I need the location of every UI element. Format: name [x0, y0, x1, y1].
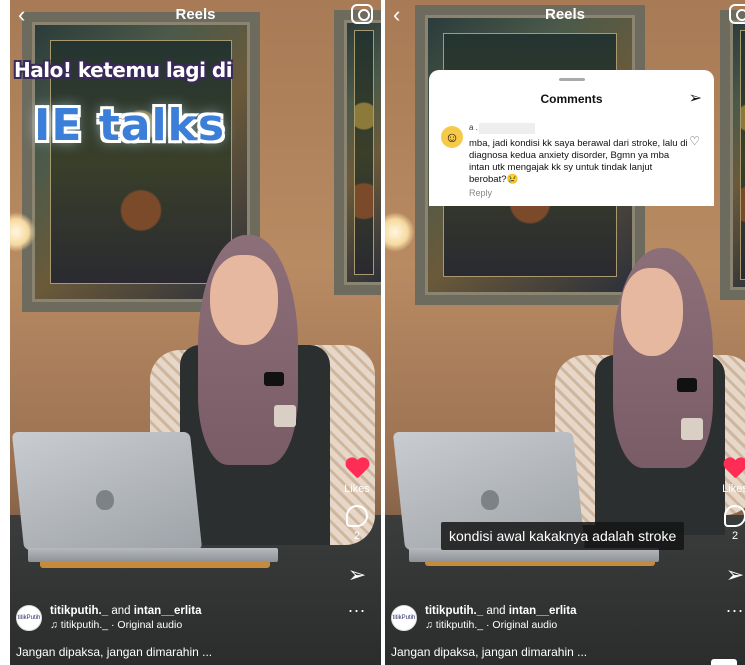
more-options-icon[interactable]: ...: [348, 596, 366, 617]
caption[interactable]: Jangan dipaksa, jangan dimarahin ...: [16, 645, 331, 659]
post-info: titikPutih titikputih._ and intan__erlit…: [391, 605, 695, 659]
comments-count: 2: [353, 530, 361, 542]
page-title: Reels: [175, 6, 216, 23]
apple-logo-icon: [96, 490, 114, 510]
sheet-grabber[interactable]: [559, 78, 585, 81]
lamp: [385, 212, 415, 252]
author-name-2[interactable]: intan__erlita: [509, 605, 577, 617]
likes-label: Likes: [722, 483, 745, 495]
authors[interactable]: titikputih._ and intan__erlita: [50, 605, 201, 617]
side-actions: Likes 2 ➢ ...: [337, 458, 377, 617]
and-label: and: [111, 605, 131, 617]
more-options-icon[interactable]: ...: [726, 596, 744, 617]
reply-button[interactable]: Reply: [469, 188, 492, 198]
video-subtitle: kondisi awal kakaknya adalah stroke: [441, 522, 685, 550]
and-label: and: [486, 605, 506, 617]
heart-icon[interactable]: [345, 458, 369, 480]
overlay-text-greeting: Halo! ketemu lagi di: [14, 58, 233, 82]
author-name-1[interactable]: titikputih._: [425, 605, 483, 617]
music-note-icon: ♫: [50, 619, 58, 631]
author-name-1[interactable]: titikputih._: [50, 605, 108, 617]
commenter-name-redacted: [479, 123, 535, 134]
author-name-2[interactable]: intan__erlita: [134, 605, 202, 617]
top-bar: ‹ Reels: [385, 0, 745, 34]
send-icon[interactable]: ➢: [348, 562, 366, 588]
camera-icon[interactable]: [729, 4, 745, 24]
wall-painting-side: [720, 10, 745, 300]
authors[interactable]: titikputih._ and intan__erlita: [425, 605, 576, 617]
audio-label: titikputih._ · Original audio: [435, 619, 558, 631]
send-icon[interactable]: ➢: [726, 562, 744, 588]
audio-info[interactable]: ♫ titikputih._ · Original audio: [425, 619, 576, 631]
heart-icon[interactable]: [723, 458, 745, 480]
comment-text: mba, jadi kondisi kk saya berawal dari s…: [469, 138, 688, 185]
camera-icon[interactable]: [351, 4, 373, 24]
side-actions: Likes 2 ➢ ...: [715, 458, 745, 617]
reel-panel-left: ‹ Reels Halo! ketemu lagi di IE talks Li…: [10, 0, 381, 665]
send-icon[interactable]: ➢: [689, 88, 702, 108]
page-title: Reels: [544, 6, 586, 23]
caption[interactable]: Jangan dipaksa, jangan dimarahin ...: [391, 645, 695, 659]
likes-label: Likes: [344, 483, 370, 495]
wall-painting-side: [334, 10, 381, 295]
comments-sheet[interactable]: Comments ➢ ☺ a . mba, jadi kondisi kk sa…: [429, 70, 714, 206]
laptop-base: [28, 548, 278, 562]
commenter-name[interactable]: a .: [469, 123, 478, 132]
audio-label: titikputih._ · Original audio: [60, 619, 183, 631]
audio-info[interactable]: ♫ titikputih._ · Original audio: [50, 619, 201, 631]
overlay-text-show-name: IE talks: [34, 100, 226, 151]
commenter-avatar[interactable]: ☺: [441, 126, 463, 148]
reel-panel-right: ‹ Reels Comments ➢ ☺ a . mba, jadi kondi…: [385, 0, 745, 665]
comment-icon[interactable]: [346, 505, 368, 527]
laptop-base: [409, 548, 659, 562]
comment-icon[interactable]: [724, 505, 745, 527]
apple-logo-icon: [481, 490, 499, 510]
avatar[interactable]: titikPutih: [391, 605, 417, 631]
avatar[interactable]: titikPutih: [16, 605, 42, 631]
post-info: titikPutih titikputih._ and intan__erlit…: [16, 605, 331, 659]
comment-like-icon[interactable]: ♡: [689, 134, 700, 148]
comments-count: 2: [731, 530, 739, 542]
music-note-icon: ♫: [425, 619, 433, 631]
top-bar: ‹ Reels: [10, 0, 381, 34]
comments-title: Comments: [540, 92, 603, 106]
home-indicator: [711, 659, 737, 665]
